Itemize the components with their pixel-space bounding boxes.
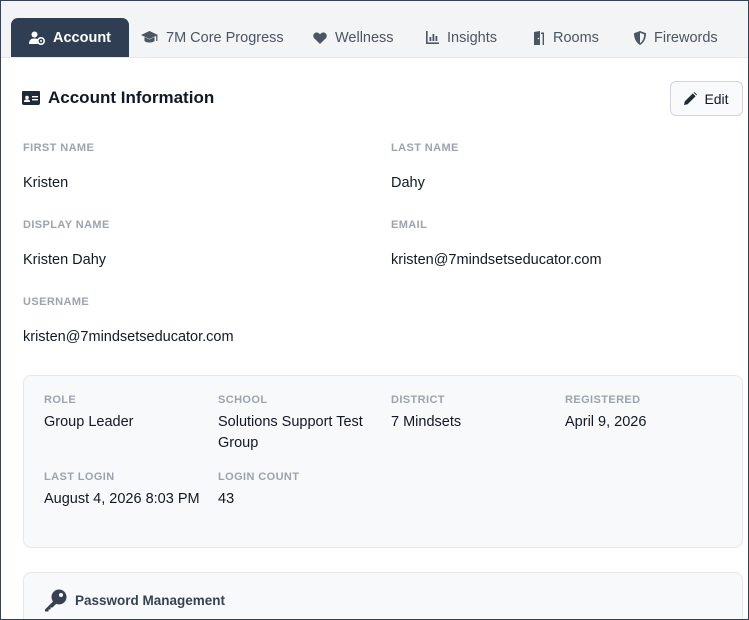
last-login-label: Last Login [44,471,115,483]
district-label: District [391,394,445,406]
first-name-value: Kristen [23,175,69,191]
role-value: Group Leader [44,414,134,430]
tab-wellness[interactable]: Wellness [313,18,394,57]
login-count-value: 43 [218,491,235,507]
app-frame: Account 7M Core Progress Wellness Insigh… [0,0,749,620]
username-value: kristen@7mindsetseducator.com [23,329,234,345]
edit-button[interactable]: Edit [670,81,743,116]
display-name-value: Kristen Dahy [23,252,107,268]
district-value: 7 Mindsets [391,414,462,430]
password-management-header: Password Management [44,589,225,612]
tab-label: Account [53,29,111,46]
tab-label: Rooms [553,29,599,46]
account-details-panel: Role Group Leader School Solutions Suppo… [23,375,743,548]
password-management-panel: Password Management [23,572,743,619]
tab-label: Insights [447,29,497,46]
tab-label: Firewords [654,29,718,46]
chart-icon [426,31,439,44]
user-gear-icon [29,31,45,45]
key-icon [45,589,67,612]
tab-bar: Account 7M Core Progress Wellness Insigh… [1,1,748,58]
tab-label: Wellness [335,29,394,46]
first-name-label: First Name [23,142,95,154]
school-label: School [218,394,268,406]
tab-label: 7M Core Progress [166,29,284,46]
last-name-label: Last Name [391,142,459,154]
last-name-value: Dahy [391,175,425,191]
heart-icon [313,31,327,44]
pencil-icon [684,92,698,105]
login-count-label: Login Count [218,471,300,483]
door-icon [534,30,544,45]
tab-account[interactable]: Account [11,18,129,57]
tab-rooms[interactable]: Rooms [533,18,599,57]
tab-7m-core-progress[interactable]: 7M Core Progress [141,18,284,57]
school-value: Solutions Support Test Group [218,414,363,451]
section-title: Account Information [48,88,215,107]
graduation-cap-icon [141,31,158,43]
shield-icon [634,30,646,45]
id-card-icon [22,91,40,105]
last-login-value: August 4, 2026 8:03 PM [44,491,200,507]
email-value: kristen@7mindsetseducator.com [391,252,602,268]
registered-label: Registered [565,394,641,406]
username-label: Username [23,296,90,308]
password-management-title: Password Management [75,593,226,608]
registered-value: April 9, 2026 [565,414,647,430]
tab-firewords[interactable]: Firewords [634,18,718,57]
tab-insights[interactable]: Insights [426,18,497,57]
account-information-header: Account Information [22,88,214,108]
display-name-label: Display Name [23,219,110,231]
email-label: Email [391,219,428,231]
edit-label: Edit [704,90,729,107]
role-label: Role [44,394,77,406]
